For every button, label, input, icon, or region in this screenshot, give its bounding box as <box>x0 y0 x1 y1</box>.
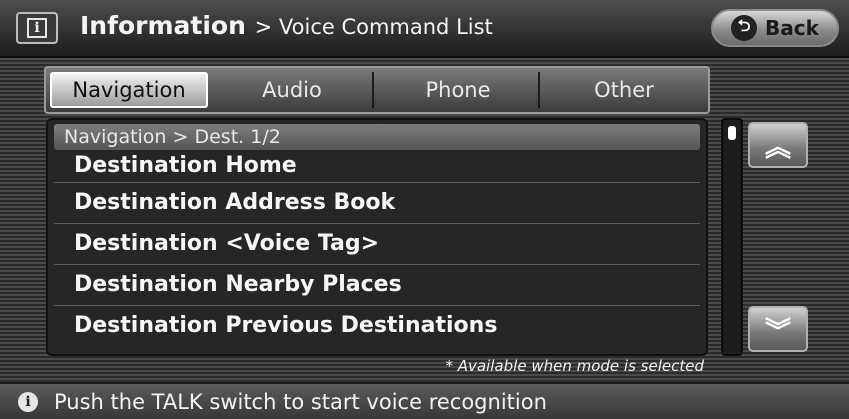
tab-navigation[interactable]: Navigation <box>50 72 208 108</box>
back-button[interactable]: ⮌ Back <box>711 9 839 47</box>
tab-audio[interactable]: Audio <box>212 72 374 108</box>
list-breadcrumb: Navigation > Dest. 1/2 <box>54 124 700 150</box>
title-main: Information <box>80 11 246 40</box>
list-item-destination-voice-tag[interactable]: Destination <Voice Tag> <box>54 224 700 265</box>
availability-note: * Available when mode is selected <box>445 357 704 375</box>
title-breadcrumb: > Voice Command List <box>254 15 493 39</box>
title-bar: i Information > Voice Command List ⮌ Bac… <box>0 0 849 58</box>
list-item-destination-address-book[interactable]: Destination Address Book <box>54 183 700 224</box>
double-chevron-up-icon: ︽ <box>764 132 791 163</box>
info-icon: i <box>16 12 58 44</box>
back-button-label: Back <box>765 16 819 40</box>
tab-phone[interactable]: Phone <box>378 72 540 108</box>
list-item-destination-home[interactable]: Destination Home <box>54 150 700 183</box>
page-title: Information > Voice Command List <box>80 11 493 40</box>
double-chevron-down-icon: ︾ <box>764 316 791 347</box>
category-tabs: Navigation Audio Phone Other <box>44 66 710 114</box>
scroll-down-button[interactable]: ︾ <box>748 306 808 352</box>
status-message: Push the TALK switch to start voice reco… <box>54 389 547 414</box>
list-item-destination-nearby-places[interactable]: Destination Nearby Places <box>54 265 700 306</box>
command-list: Navigation > Dest. 1/2 Destination Home … <box>46 118 708 356</box>
list-item-destination-previous-destinations[interactable]: Destination Previous Destinations <box>54 306 700 346</box>
tab-other[interactable]: Other <box>544 72 704 108</box>
scrollbar-thumb[interactable] <box>728 126 736 140</box>
status-bar: i Push the TALK switch to start voice re… <box>0 382 849 419</box>
back-arrow-icon: ⮌ <box>731 15 758 41</box>
info-icon: i <box>18 391 38 412</box>
scrollbar[interactable] <box>721 118 743 356</box>
scroll-up-button[interactable]: ︽ <box>748 122 808 168</box>
